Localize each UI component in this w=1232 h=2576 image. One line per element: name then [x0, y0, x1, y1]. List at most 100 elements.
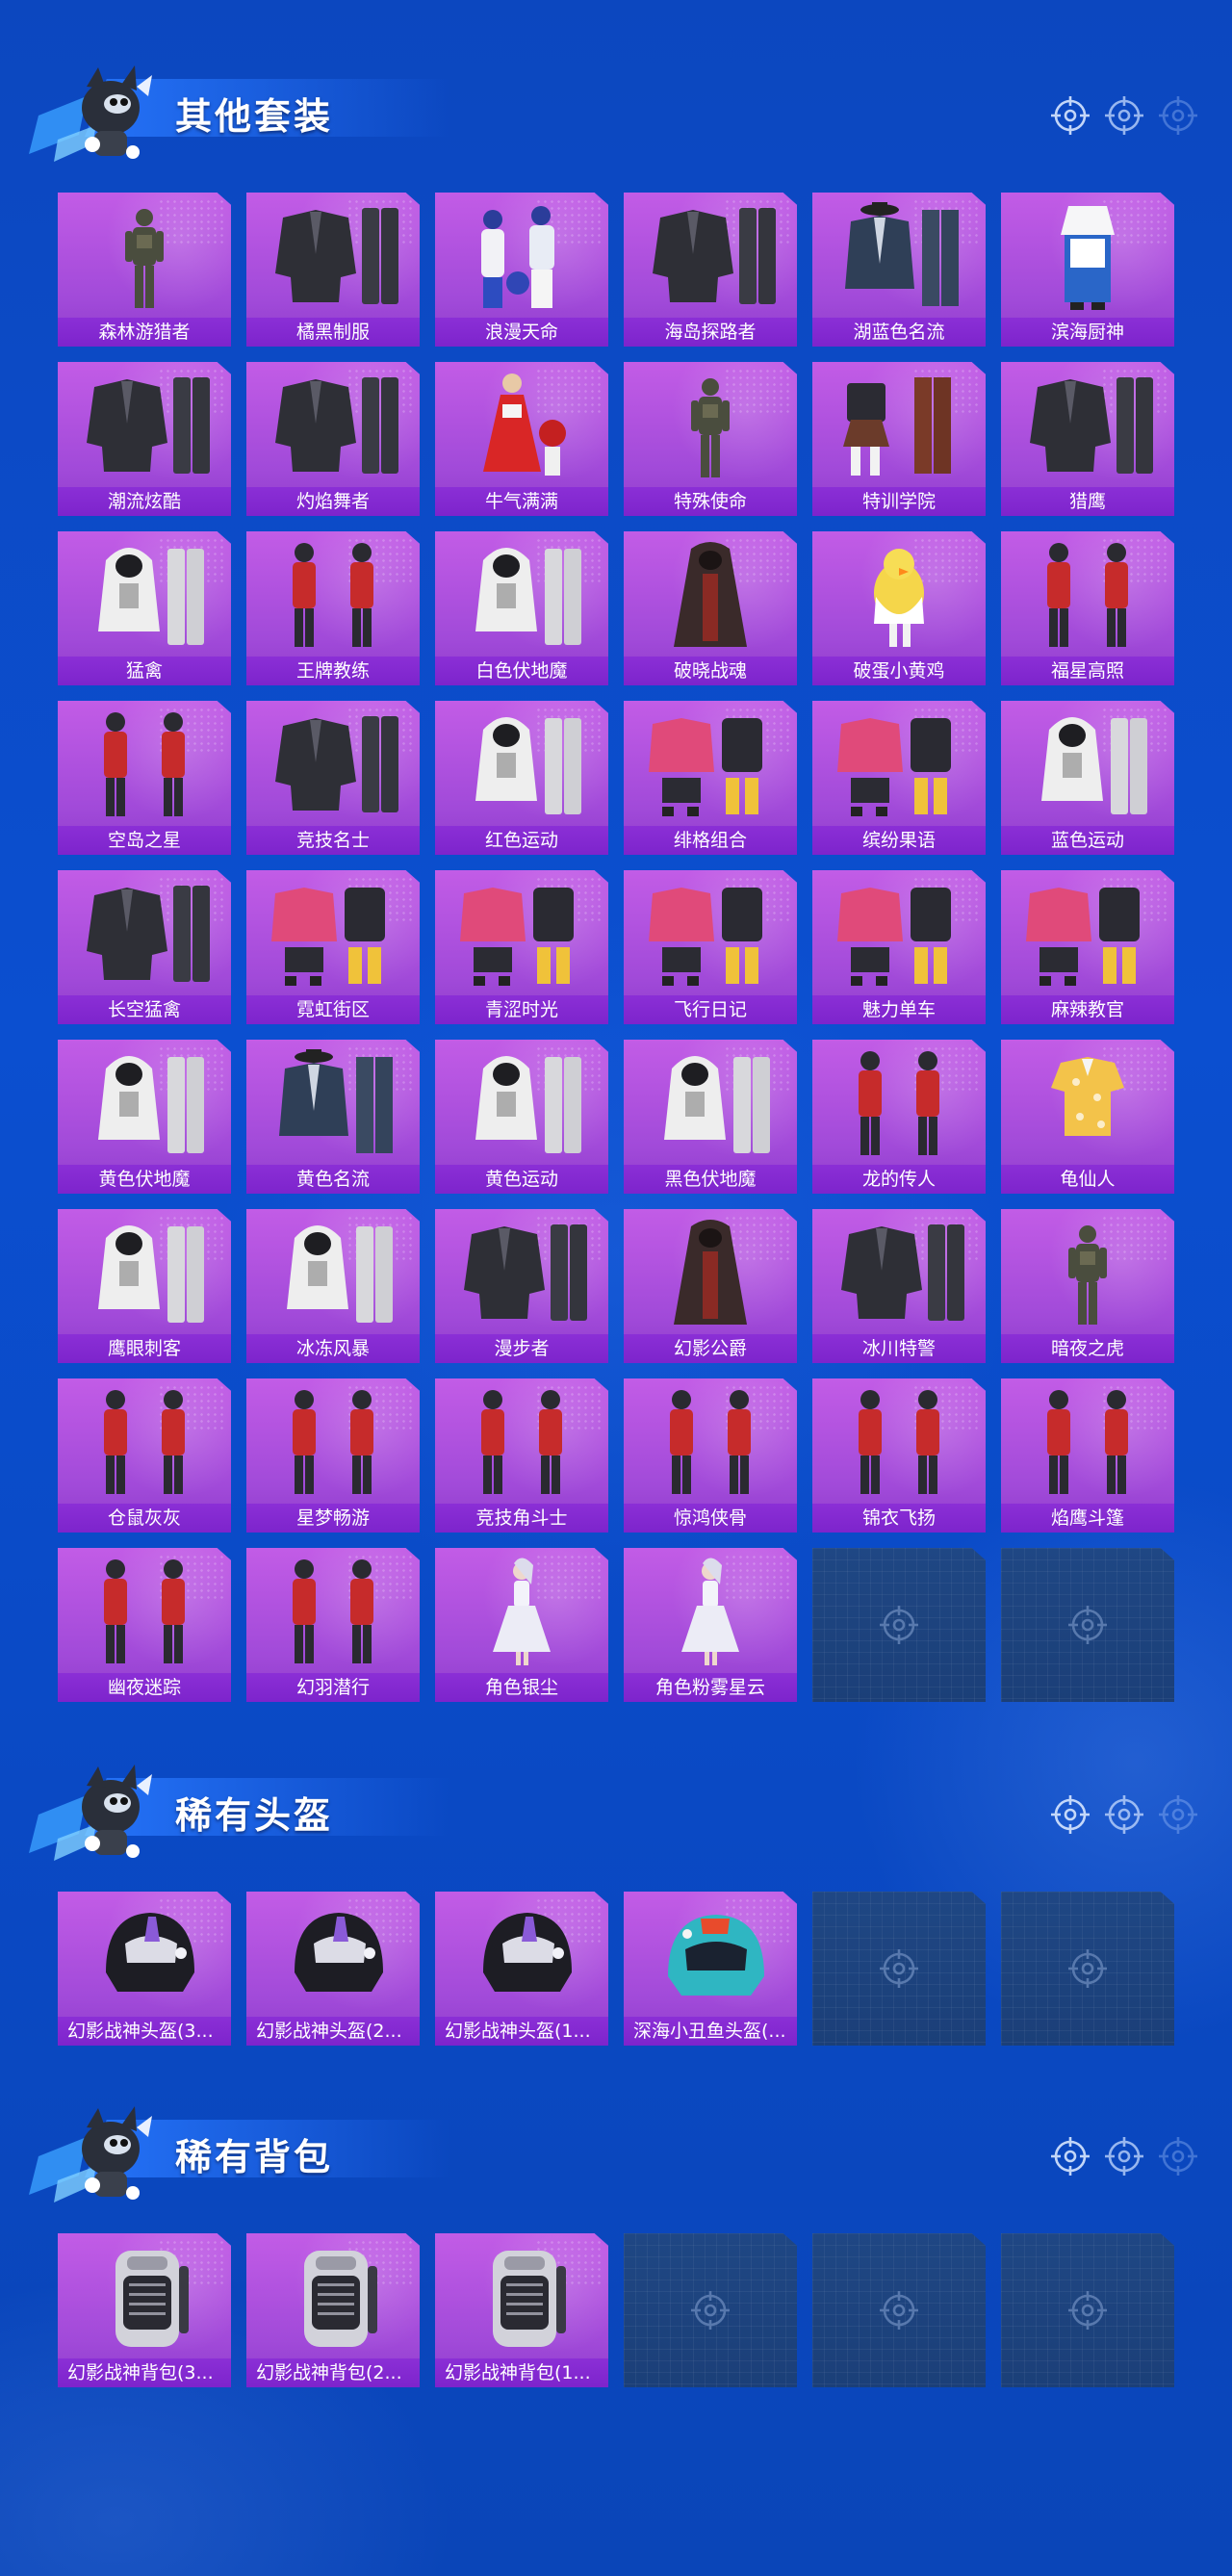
pair-icon [104, 1559, 185, 1663]
section-title: 其他套装 [175, 95, 334, 138]
crosshair-icon [1159, 1795, 1197, 1834]
item-card[interactable]: 幻羽潜行 [246, 1548, 420, 1702]
item-card[interactable]: 惊鸿侠骨 [624, 1378, 797, 1533]
item-card[interactable]: 鹰眼刺客 [58, 1209, 231, 1363]
set-icon [649, 888, 762, 986]
item-card[interactable]: 破蛋小黄鸡 [812, 531, 986, 685]
item-card[interactable]: 仓鼠灰灰 [58, 1378, 231, 1533]
pair-icon [859, 1390, 939, 1494]
item-card[interactable]: 长空猛禽 [58, 870, 231, 1024]
item-card[interactable]: 黄色伏地魔 [58, 1040, 231, 1194]
item-card[interactable]: 白色伏地魔 [435, 531, 608, 685]
crosshair-icon [691, 2291, 730, 2330]
outfit-image [822, 535, 976, 657]
outfit-image [256, 705, 410, 826]
item-card[interactable]: 森林游猎者 [58, 193, 231, 347]
hooded-icon [475, 717, 581, 814]
item-card[interactable]: 福星高照 [1001, 531, 1174, 685]
item-card[interactable]: 星梦畅游 [246, 1378, 420, 1533]
item-card[interactable]: 冰川特警 [812, 1209, 986, 1363]
backpack-icon [304, 2251, 377, 2347]
item-card[interactable]: 猎鹰 [1001, 362, 1174, 516]
outfit-image [633, 1895, 787, 2017]
pair-icon [1047, 543, 1128, 647]
item-card[interactable]: 潮流炫酷 [58, 362, 231, 516]
item-card[interactable]: 深海小丑鱼头盔(... [624, 1892, 797, 2046]
crosshair-icon [1066, 2289, 1109, 2331]
item-card[interactable]: 幻影战神头盔(2... [246, 1892, 420, 2046]
item-card[interactable]: 绯格组合 [624, 701, 797, 855]
item-card[interactable]: 空岛之星 [58, 701, 231, 855]
item-card[interactable]: 漫步者 [435, 1209, 608, 1363]
outfit-image [67, 1382, 221, 1504]
item-card[interactable]: 海岛探路者 [624, 193, 797, 347]
item-label: 空岛之星 [58, 826, 231, 855]
crosshair-icon [1051, 96, 1090, 135]
item-card[interactable]: 猛禽 [58, 531, 231, 685]
item-card[interactable]: 特殊使命 [624, 362, 797, 516]
item-card[interactable]: 锦衣飞扬 [812, 1378, 986, 1533]
item-card[interactable]: 飞行日记 [624, 870, 797, 1024]
item-card[interactable]: 黑色伏地魔 [624, 1040, 797, 1194]
outfit-image [256, 1043, 410, 1165]
outfit-image [445, 1043, 599, 1165]
item-card[interactable]: 青涩时光 [435, 870, 608, 1024]
item-card[interactable]: 霓虹街区 [246, 870, 420, 1024]
item-card[interactable]: 幻影公爵 [624, 1209, 797, 1363]
hooded-icon [664, 1056, 770, 1153]
item-card[interactable]: 缤纷果语 [812, 701, 986, 855]
outfit-image [822, 1043, 976, 1165]
item-label: 深海小丑鱼头盔(... [624, 2017, 797, 2046]
item-card[interactable]: 幻影战神头盔(1... [435, 1892, 608, 2046]
crosshair-icon [1105, 2137, 1143, 2176]
outfit-image [445, 1552, 599, 1673]
outfit-image [256, 1895, 410, 2017]
outfit-image [822, 705, 976, 826]
outfit-image [822, 1382, 976, 1504]
item-card[interactable]: 滨海厨神 [1001, 193, 1174, 347]
item-card[interactable]: 牛气满满 [435, 362, 608, 516]
item-card[interactable]: 竞技名士 [246, 701, 420, 855]
item-card[interactable]: 冰冻风暴 [246, 1209, 420, 1363]
item-card[interactable]: 特训学院 [812, 362, 986, 516]
item-label: 惊鸿侠骨 [624, 1504, 797, 1533]
outfit-image [256, 366, 410, 487]
item-label: 锦衣飞扬 [812, 1504, 986, 1533]
item-card[interactable]: 灼焰舞者 [246, 362, 420, 516]
shirt-icon [1051, 1057, 1124, 1136]
item-card[interactable]: 魅力单车 [812, 870, 986, 1024]
jacket-pants-icon [464, 1224, 587, 1321]
item-card[interactable]: 黄色运动 [435, 1040, 608, 1194]
item-card[interactable]: 幻影战神背包(2... [246, 2233, 420, 2387]
suit-icon [845, 202, 959, 306]
item-card[interactable]: 黄色名流 [246, 1040, 420, 1194]
pair-icon [481, 1390, 562, 1494]
item-card[interactable]: 幻影战神背包(3... [58, 2233, 231, 2387]
item-card[interactable]: 暗夜之虎 [1001, 1209, 1174, 1363]
section-title: 稀有背包 [175, 2136, 334, 2178]
item-card[interactable]: 角色粉雾星云 [624, 1548, 797, 1702]
item-label: 潮流炫酷 [58, 487, 231, 516]
pair-icon [293, 543, 373, 647]
item-card[interactable]: 破晓战魂 [624, 531, 797, 685]
item-card[interactable]: 龙的传人 [812, 1040, 986, 1194]
outfit-image [256, 1382, 410, 1504]
item-card[interactable]: 麻辣教官 [1001, 870, 1174, 1024]
item-card[interactable]: 龟仙人 [1001, 1040, 1174, 1194]
item-card[interactable]: 浪漫天命 [435, 193, 608, 347]
item-card[interactable]: 角色银尘 [435, 1548, 608, 1702]
item-card[interactable]: 幻影战神头盔(3... [58, 1892, 231, 2046]
pair-icon [859, 1051, 939, 1155]
item-card[interactable]: 幽夜迷踪 [58, 1548, 231, 1702]
hooded-icon [475, 1056, 581, 1153]
item-label: 幻影公爵 [624, 1334, 797, 1363]
item-card[interactable]: 蓝色运动 [1001, 701, 1174, 855]
crosshair-icon [880, 1949, 918, 1988]
item-card[interactable]: 红色运动 [435, 701, 608, 855]
item-card[interactable]: 焰鹰斗篷 [1001, 1378, 1174, 1533]
item-card[interactable]: 王牌教练 [246, 531, 420, 685]
item-card[interactable]: 湖蓝色名流 [812, 193, 986, 347]
item-card[interactable]: 幻影战神背包(1... [435, 2233, 608, 2387]
item-card[interactable]: 竞技角斗士 [435, 1378, 608, 1533]
item-card[interactable]: 橘黑制服 [246, 193, 420, 347]
